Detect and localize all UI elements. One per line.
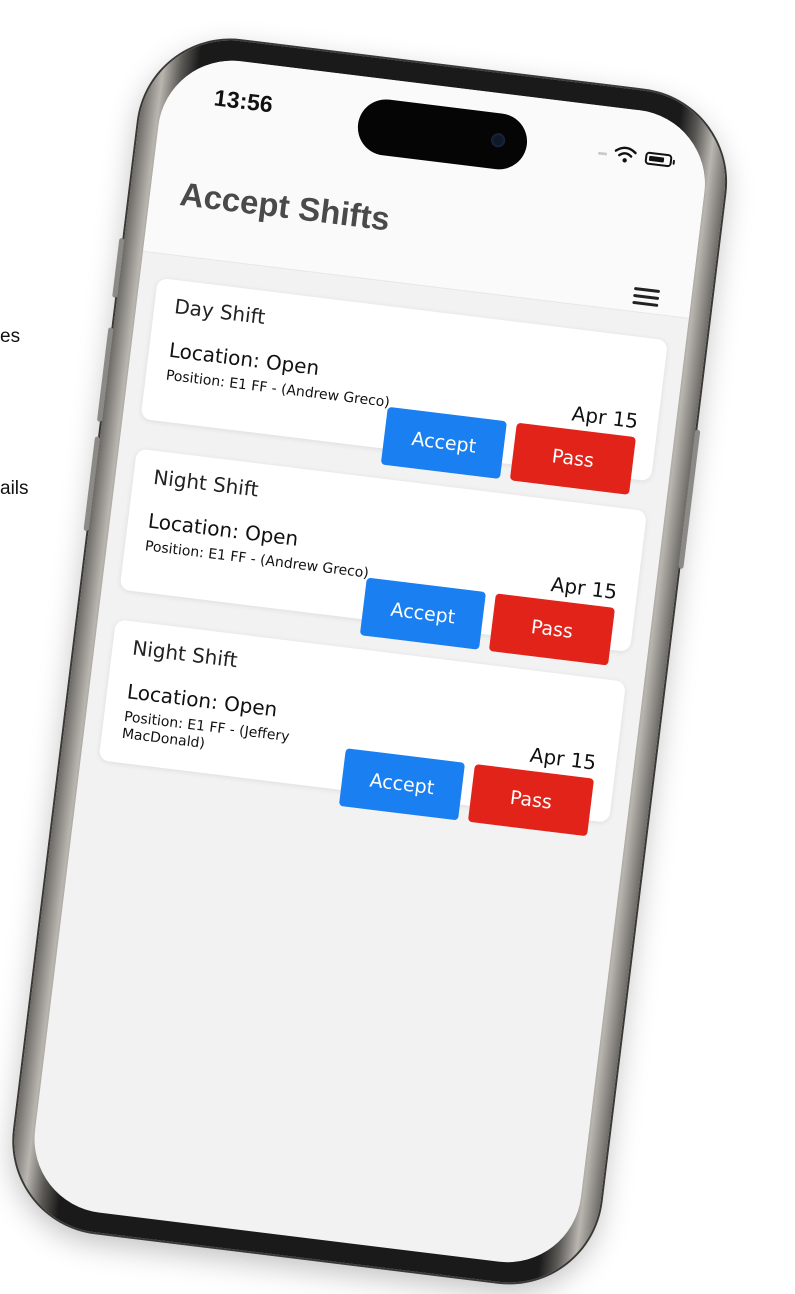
status-icons: ▪▪▪ <box>561 139 676 172</box>
shift-card: Day Shift Location: Open Position: E1 FF… <box>140 277 669 495</box>
action-button <box>112 237 125 298</box>
dynamic-island <box>354 96 531 173</box>
accept-button[interactable]: Accept <box>359 577 486 650</box>
shift-title: Day Shift <box>173 294 267 330</box>
shift-title: Night Shift <box>152 464 260 502</box>
status-time: 13:56 <box>212 84 275 118</box>
phone-frame: 13:56 ▪▪▪ Accept Shifts Day Shift Locati… <box>3 30 736 1293</box>
accept-button[interactable]: Accept <box>338 748 466 821</box>
pass-button[interactable]: Pass <box>467 764 595 837</box>
camera-icon <box>490 132 506 149</box>
battery-icon <box>644 151 676 168</box>
power-button <box>678 429 701 570</box>
background-text-fragment: es <box>0 326 21 347</box>
accept-button[interactable]: Accept <box>380 406 507 479</box>
phone-screen: 13:56 ▪▪▪ Accept Shifts Day Shift Locati… <box>26 52 714 1271</box>
signal-icon: ▪▪▪ <box>596 147 607 161</box>
volume-up-button <box>96 327 114 423</box>
menu-icon[interactable] <box>632 285 661 310</box>
shift-date: Apr 15 <box>528 742 598 775</box>
volume-down-button <box>83 436 101 532</box>
shift-list: Day Shift Location: Open Position: E1 FF… <box>95 277 669 853</box>
pass-button[interactable]: Pass <box>509 422 636 495</box>
pass-button[interactable]: Pass <box>488 593 616 666</box>
wifi-icon <box>614 146 637 163</box>
shift-date: Apr 15 <box>549 572 619 605</box>
background-text-fragment: ails <box>0 478 29 499</box>
shift-date: Apr 15 <box>570 401 640 434</box>
shift-position: Position: E1 FF - (Jeffery MacDonald) <box>121 709 291 752</box>
shift-title: Night Shift <box>131 635 239 673</box>
